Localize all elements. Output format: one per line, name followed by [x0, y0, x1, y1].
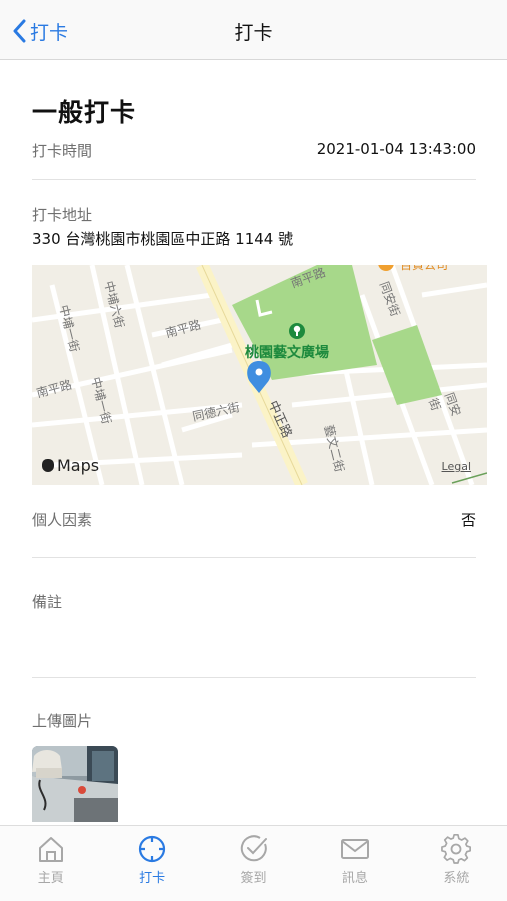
park-name-label: 桃園藝文廣場	[245, 345, 329, 361]
tab-system-label: 系統	[443, 871, 470, 886]
park-icon	[289, 323, 305, 339]
photo-image	[32, 746, 118, 822]
tab-home-label: 主頁	[37, 871, 64, 886]
tab-bar: 主頁 打卡 簽到 訊息 系統	[0, 825, 507, 901]
maps-logo: Maps	[42, 456, 99, 475]
tab-messages[interactable]: 訊息	[304, 826, 405, 901]
tab-checkin[interactable]: 打卡	[101, 826, 202, 901]
apple-logo-icon	[42, 459, 54, 472]
checkin-type-heading: 一般打卡	[32, 98, 137, 127]
crosshair-icon	[139, 835, 166, 863]
map-legal-link[interactable]: Legal	[442, 460, 471, 473]
divider	[32, 557, 476, 558]
divider	[32, 677, 476, 678]
checkin-address-value: 330 台灣桃園市桃園區中正路 1144 號	[32, 230, 294, 248]
tab-home[interactable]: 主頁	[0, 826, 101, 901]
tab-signin-label: 簽到	[240, 871, 267, 886]
note-label: 備註	[32, 593, 63, 611]
uploaded-photo-thumbnail[interactable]	[32, 746, 118, 822]
tab-messages-label: 訊息	[341, 871, 368, 886]
personal-factor-label: 個人因素	[32, 511, 93, 529]
envelope-icon	[340, 839, 369, 859]
check-circle-icon	[240, 835, 267, 862]
gear-icon	[441, 834, 472, 864]
upload-image-label: 上傳圖片	[32, 712, 93, 730]
personal-factor-value: 否	[460, 511, 476, 529]
svg-text:百貨公司: 百貨公司	[400, 265, 448, 272]
page-title: 打卡	[234, 22, 273, 44]
checkin-address-label: 打卡地址	[32, 206, 93, 224]
maps-logo-text: Maps	[57, 456, 100, 475]
checkin-time-value: 2021-01-04 13:43:00	[316, 140, 476, 158]
divider	[32, 179, 476, 180]
tab-checkin-label: 打卡	[139, 871, 166, 886]
checkin-time-label: 打卡時間	[32, 142, 93, 160]
tab-signin[interactable]: 簽到	[203, 826, 304, 901]
tab-system[interactable]: 系統	[406, 826, 507, 901]
location-map[interactable]: 百貨公司 桃園藝文廣場 中埔六街 南平路 中埔一街 中埔一街 南平路 同德六街 …	[32, 265, 487, 485]
home-icon	[38, 837, 63, 862]
navigation-bar: 打卡 打卡	[0, 0, 507, 60]
